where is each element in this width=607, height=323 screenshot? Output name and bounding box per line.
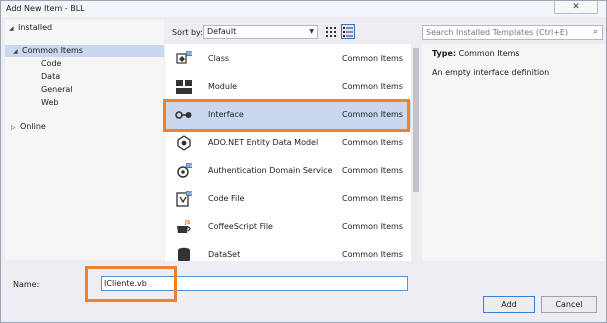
details-type-label: Type:: [432, 49, 457, 58]
tree-item-label: Common Items: [22, 46, 83, 55]
interface-highlight-box: [163, 99, 410, 132]
svg-text:VB: VB: [187, 191, 193, 196]
entity-model-icon: [177, 135, 191, 151]
sort-by-dropdown[interactable]: Default ▼: [203, 25, 318, 39]
close-icon: ✕: [572, 2, 580, 12]
tree-item-label: Web: [41, 98, 59, 107]
template-name: Class: [208, 54, 230, 63]
name-highlight-box: [85, 266, 177, 302]
window-title: Add New Item - BLL: [6, 4, 85, 13]
chevron-down-icon: ▼: [309, 28, 314, 35]
template-name: ADO.NET Entity Data Model: [208, 138, 319, 147]
template-category: Common Items: [342, 222, 403, 231]
title-bar: Add New Item - BLL ✕: [1, 1, 606, 17]
template-row-code-file[interactable]: VB Code File Common Items: [165, 185, 411, 213]
template-name: Module: [208, 82, 238, 91]
sort-by-label: Sort by:: [172, 28, 203, 37]
tree-item-general[interactable]: General: [41, 84, 73, 96]
list-view-icon: [343, 27, 353, 37]
add-new-item-dialog: Add New Item - BLL ✕ ◢ Installed ◢ Common …: [0, 0, 607, 323]
name-label: Name:: [13, 280, 40, 289]
tree-item-common-items[interactable]: ◢ Common Items: [5, 45, 164, 57]
template-category: Common Items: [342, 82, 403, 91]
code-file-icon: VB: [176, 191, 193, 207]
tree-item-online[interactable]: ▷ Online: [11, 121, 46, 133]
tree-item-label: Code: [41, 59, 62, 68]
tree-item-web[interactable]: Web: [41, 97, 58, 109]
close-button[interactable]: ✕: [554, 1, 598, 14]
template-name: DataSet: [208, 250, 241, 259]
coffeescript-icon: JS: [177, 220, 191, 233]
template-details-panel: Type: Common Items An empty interface de…: [422, 44, 605, 261]
class-icon: VB: [176, 51, 193, 64]
tree-item-code[interactable]: Code: [41, 58, 61, 70]
svg-text:VB: VB: [187, 163, 193, 168]
template-name: Code File: [208, 194, 245, 203]
template-name: CoffeeScript File: [208, 222, 273, 231]
module-icon: [176, 80, 192, 94]
list-view-button[interactable]: [341, 24, 355, 39]
add-button[interactable]: Add: [483, 296, 535, 313]
details-description: An empty interface definition: [432, 68, 550, 77]
tree-item-installed[interactable]: ◢ Installed: [9, 22, 52, 34]
grid-view-icon[interactable]: [325, 26, 337, 38]
collapse-arrow-icon[interactable]: ◢: [9, 23, 18, 35]
svg-text:JS: JS: [184, 220, 191, 226]
svg-text:VB: VB: [187, 51, 193, 56]
template-row-module[interactable]: Module Common Items: [165, 73, 411, 101]
search-placeholder: Search Installed Templates (Ctrl+E): [426, 28, 569, 37]
details-type-value: Common Items: [458, 49, 520, 58]
template-category: Common Items: [342, 194, 403, 203]
sort-by-value: Default: [207, 27, 237, 36]
expand-arrow-icon[interactable]: ▷: [11, 122, 20, 134]
template-row-class[interactable]: VB Class Common Items: [165, 45, 411, 73]
dataset-icon: [178, 247, 190, 261]
template-category: Common Items: [342, 54, 403, 63]
template-category: Common Items: [342, 166, 403, 175]
template-list-scrollbar[interactable]: [411, 44, 421, 261]
tree-item-label: Installed: [18, 23, 53, 32]
cancel-button[interactable]: Cancel: [541, 296, 597, 313]
template-row-auth-domain-service[interactable]: VB Authentication Domain Service Common …: [165, 157, 411, 185]
template-category: Common Items: [342, 138, 403, 147]
collapse-arrow-icon[interactable]: ◢: [13, 46, 22, 58]
scrollbar-thumb[interactable]: [413, 48, 419, 192]
search-icon[interactable]: ⌕: [593, 26, 598, 39]
template-category: Common Items: [342, 250, 403, 259]
template-row-dataset[interactable]: DataSet Common Items: [165, 241, 411, 261]
template-row-ado-net[interactable]: ADO.NET Entity Data Model Common Items: [165, 129, 411, 157]
tree-item-label: Data: [41, 72, 61, 81]
template-name: Authentication Domain Service: [208, 166, 333, 175]
tree-item-data[interactable]: Data: [41, 71, 60, 83]
template-tree: ◢ Installed ◢ Common Items Code Data Gener…: [5, 20, 164, 260]
template-row-coffeescript[interactable]: JS CoffeeScript File Common Items: [165, 213, 411, 241]
tree-item-label: Online: [20, 122, 46, 131]
domain-service-icon: VB: [177, 163, 193, 178]
tree-item-label: General: [41, 85, 73, 94]
search-templates-input[interactable]: Search Installed Templates (Ctrl+E) ⌕: [422, 25, 603, 40]
details-type: Type: Common Items: [432, 49, 520, 58]
